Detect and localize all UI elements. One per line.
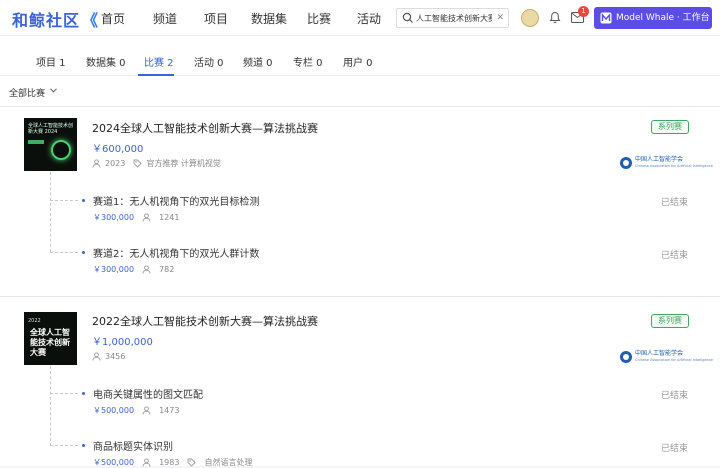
track-bullet bbox=[82, 251, 85, 254]
track-bullet bbox=[82, 444, 85, 447]
track-prize: ￥500,000 bbox=[93, 458, 135, 467]
competition-thumbnail[interactable]: 2022 全球人工智能技术创新大赛 bbox=[24, 312, 77, 365]
thumbnail-caption: 全球人工智能技术创新大赛 bbox=[30, 328, 70, 357]
model-whale-workspace-button[interactable]: Model Whale · 工作台 bbox=[594, 7, 712, 29]
track-prize: ￥500,000 bbox=[93, 406, 135, 415]
thumbnail-caption: 全球人工智能技术创新大赛 2024 bbox=[28, 123, 74, 135]
organizer-name-en: Chinese Association for Artificial Intel… bbox=[635, 164, 713, 168]
card-divider bbox=[0, 296, 720, 297]
thumbnail-ring-graphic bbox=[51, 140, 71, 160]
track-branch-line bbox=[50, 445, 78, 446]
user-icon bbox=[92, 159, 101, 168]
caai-logo-icon bbox=[620, 157, 632, 169]
search-box: ✕ bbox=[396, 8, 509, 28]
track-bullet bbox=[82, 392, 85, 395]
track-title[interactable]: 赛道2：无人机视角下的双光人群计数 bbox=[93, 245, 259, 260]
top-navigation-bar: 和鲸社区《 首页 频道 项目 数据集 比赛 活动 ✕ 1 Model Whale… bbox=[0, 0, 720, 36]
track-tags: 自然语言处理 bbox=[204, 458, 253, 467]
track-participants: 782 bbox=[159, 265, 175, 274]
competition-prize: ￥600,000 bbox=[92, 144, 144, 155]
logo-text: 和鲸社区 bbox=[12, 11, 81, 30]
track-branch-line bbox=[50, 393, 78, 394]
site-logo[interactable]: 和鲸社区《 bbox=[12, 7, 99, 31]
nav-projects[interactable]: 项目 bbox=[204, 10, 228, 27]
track-status: 已结束 bbox=[661, 198, 689, 208]
track-status: 已结束 bbox=[661, 391, 689, 401]
tag-icon bbox=[133, 159, 142, 168]
organizer-logo: 中国人工智能学会 Chinese Association for Artifici… bbox=[620, 156, 713, 170]
competition-meta: 2023 官方推荐 计算机视觉 bbox=[92, 158, 221, 169]
track-meta: ￥300,000 782 bbox=[93, 264, 174, 275]
track-prize: ￥300,000 bbox=[93, 213, 135, 222]
track-status: 已结束 bbox=[661, 444, 689, 454]
competition-thumbnail[interactable]: 全球人工智能技术创新大赛 2024 bbox=[24, 118, 77, 171]
tab-columns[interactable]: 专栏 0 bbox=[293, 54, 323, 69]
organizer-name: 中国人工智能学会 bbox=[635, 156, 684, 163]
tab-channels[interactable]: 频道 0 bbox=[243, 54, 273, 69]
track-participants: 1241 bbox=[159, 213, 180, 222]
competition-prize: ￥1,000,000 bbox=[92, 337, 153, 348]
bell-icon[interactable] bbox=[549, 11, 561, 24]
nav-channels[interactable]: 频道 bbox=[153, 10, 177, 27]
organizer-name: 中国人工智能学会 bbox=[635, 350, 684, 357]
track-meta: ￥300,000 1241 bbox=[93, 212, 179, 223]
user-icon bbox=[142, 213, 151, 222]
user-icon bbox=[92, 352, 101, 361]
model-whale-label: Model Whale · 工作台 bbox=[616, 13, 710, 23]
competition-meta: 3456 bbox=[92, 352, 125, 361]
tab-competitions[interactable]: 比赛 2 bbox=[144, 54, 174, 69]
search-icon[interactable] bbox=[402, 12, 414, 24]
track-tree-line bbox=[50, 172, 51, 252]
organizer-logo: 中国人工智能学会 Chinese Association for Artifici… bbox=[620, 350, 713, 364]
tab-datasets[interactable]: 数据集 0 bbox=[86, 54, 126, 69]
participant-count: 2023 bbox=[105, 159, 126, 168]
notification-badge: 1 bbox=[578, 6, 589, 17]
track-participants: 1473 bbox=[159, 406, 180, 415]
card-divider bbox=[0, 106, 720, 107]
competition-tags: 官方推荐 计算机视觉 bbox=[146, 159, 221, 168]
nav-competitions[interactable]: 比赛 bbox=[307, 10, 331, 27]
nav-activities[interactable]: 活动 bbox=[357, 10, 381, 27]
clear-search-icon[interactable]: ✕ bbox=[496, 12, 504, 24]
competition-title[interactable]: 2022全球人工智能技术创新大赛—算法挑战赛 bbox=[92, 313, 318, 329]
track-meta: ￥500,000 1473 bbox=[93, 405, 179, 416]
thumbnail-year: 2022 bbox=[28, 318, 41, 324]
model-whale-icon bbox=[600, 12, 612, 24]
result-type-tabs: 项目 1 数据集 0 比赛 2 活动 0 频道 0 专栏 0 用户 0 bbox=[0, 36, 720, 76]
user-avatar[interactable] bbox=[521, 9, 539, 27]
tab-activities[interactable]: 活动 0 bbox=[194, 54, 224, 69]
track-title[interactable]: 赛道1：无人机视角下的双光目标检测 bbox=[93, 193, 259, 208]
thumbnail-green-bar bbox=[28, 140, 44, 144]
search-input[interactable] bbox=[416, 11, 492, 25]
chevron-down-icon[interactable] bbox=[50, 88, 57, 93]
tab-projects[interactable]: 项目 1 bbox=[36, 54, 66, 69]
organizer-name-en: Chinese Association for Artificial Intel… bbox=[635, 358, 713, 362]
logo-mark: 《 bbox=[82, 11, 100, 30]
caai-logo-icon bbox=[620, 351, 632, 363]
track-status: 已结束 bbox=[661, 251, 689, 261]
nav-home[interactable]: 首页 bbox=[101, 10, 125, 27]
track-bullet bbox=[82, 199, 85, 202]
user-icon bbox=[142, 265, 151, 274]
search-results-panel: 项目 1 数据集 0 比赛 2 活动 0 频道 0 专栏 0 用户 0 全部比赛… bbox=[0, 36, 720, 468]
track-prize: ￥300,000 bbox=[93, 265, 135, 274]
track-title[interactable]: 电商关键属性的图文匹配 bbox=[93, 386, 203, 401]
tab-users[interactable]: 用户 0 bbox=[343, 54, 373, 69]
active-tab-indicator bbox=[138, 74, 174, 76]
track-branch-line bbox=[50, 252, 78, 253]
series-badge: 系列赛 bbox=[651, 120, 689, 134]
competition-title[interactable]: 2024全球人工智能技术创新大赛—算法挑战赛 bbox=[92, 120, 318, 136]
nav-datasets[interactable]: 数据集 bbox=[251, 10, 287, 27]
competition-filter-dropdown[interactable]: 全部比赛 bbox=[9, 86, 45, 99]
series-badge: 系列赛 bbox=[651, 314, 689, 328]
track-tree-line bbox=[50, 366, 51, 446]
participant-count: 3456 bbox=[105, 352, 126, 361]
track-meta: ￥500,000 1983 自然语言处理 bbox=[93, 457, 252, 468]
track-title[interactable]: 商品标题实体识别 bbox=[93, 438, 173, 453]
track-branch-line bbox=[50, 200, 78, 201]
user-icon bbox=[142, 406, 151, 415]
